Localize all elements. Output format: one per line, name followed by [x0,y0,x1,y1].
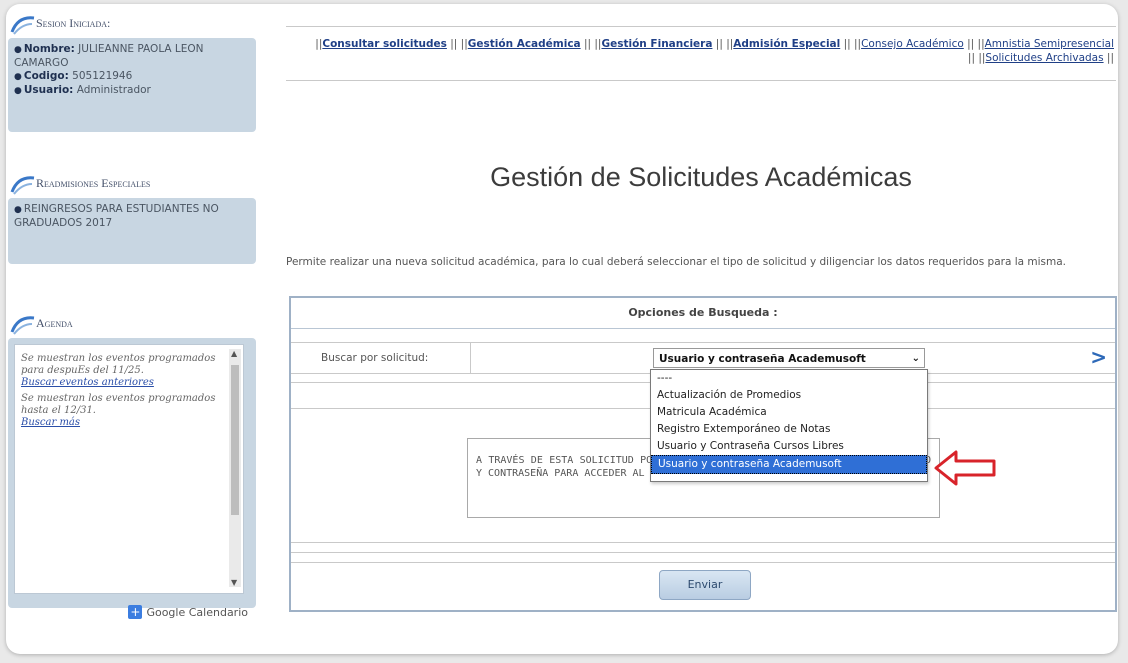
agenda-list: Se muestran los eventos programados para… [14,344,244,594]
swoosh-icon [10,16,35,35]
bullet-icon: ● [14,86,22,96]
browser-frame: Sesion Iniciada: ● Nombre: JULIEANNE PAOL… [6,4,1118,654]
special-panel: Readmisiones Especiales ● REINGRESOS PARA… [8,168,256,264]
dropdown-option[interactable]: Usuario y Contraseña Cursos Libres [651,438,927,455]
nav-archivadas-link[interactable]: Solicitudes Archivadas [985,52,1103,64]
nav-gestion-academica-link[interactable]: Gestión Académica [468,38,581,50]
session-name-row: ● Nombre: JULIEANNE PAOLA LEON CAMARGO [14,43,204,69]
page-title: Gestión de Solicitudes Académicas [490,162,912,192]
dropdown-option[interactable]: Actualización de Promedios [651,387,927,404]
plus-icon: + [128,605,143,619]
scroll-up-icon[interactable]: ▲ [231,349,237,358]
annotation-arrow-icon [934,450,996,486]
session-panel: Sesion Iniciada: ● Nombre: JULIEANNE PAOL… [8,8,256,132]
search-label: Buscar por solicitud: [291,343,471,373]
main-nav: ||Consultar solicitudes || ||Gestión Aca… [315,38,1114,64]
nav-admision-especial-link[interactable]: Admisión Especial [733,38,840,50]
dropdown-option-selected[interactable]: Usuario y contraseña Academusoft [651,455,927,474]
special-body: ● REINGRESOS PARA ESTUDIANTES NO GRADUADO… [8,198,256,264]
bullet-icon: ● [14,72,22,82]
nav-gestion-financiera-link[interactable]: Gestión Financiera [601,38,712,50]
dropdown-option[interactable]: Matricula Académica [651,404,927,421]
agenda-scrollbar[interactable]: ▲ ▼ [229,349,241,587]
agenda-panel: Agenda Se muestran los eventos programad… [8,308,256,619]
form-header: Opciones de Busqueda : [291,298,1115,329]
nav-bottom-divider [286,80,1116,81]
dropdown-option[interactable]: Registro Extemporáneo de Notas [651,421,927,438]
special-item-link[interactable]: ● REINGRESOS PARA ESTUDIANTES NO GRADUADO… [14,203,250,230]
scroll-down-icon[interactable]: ▼ [231,578,237,587]
agenda-text: Se muestran los eventos programados para… [21,353,217,429]
session-code-row: ● Codigo: 505121946 [14,70,133,82]
divider [291,542,1115,543]
scroll-thumb[interactable] [231,365,239,515]
session-user-row: ● Usuario: Administrador [14,84,151,96]
page-description: Permite realizar una nueva solicitud aca… [286,256,1067,268]
nav-consultar-link[interactable]: Consultar solicitudes [322,38,447,50]
swoosh-icon [10,176,35,195]
agenda-title: Agenda [8,308,256,338]
special-title: Readmisiones Especiales [8,168,256,198]
nav-consejo-link[interactable]: Consejo Académico [861,38,964,50]
bullet-icon: ● [14,45,22,55]
chevron-down-icon: ⌄ [911,353,920,364]
agenda-note-before: Se muestran los eventos programados para… [21,353,216,376]
chevron-right-icon[interactable]: > [1090,346,1107,368]
divider [291,552,1115,553]
dropdown-option[interactable]: ---- [651,370,927,387]
nav-top-divider [286,26,1116,27]
swoosh-icon [10,316,35,335]
submit-button[interactable]: Enviar [659,570,751,600]
session-title: Sesion Iniciada: [8,8,256,38]
previous-events-link[interactable]: Buscar eventos anteriores [21,377,154,388]
more-events-link[interactable]: Buscar más [21,417,80,428]
nav-amnistia-link[interactable]: Amnistia Semipresencial [985,38,1114,50]
bullet-icon: ● [14,205,22,215]
request-type-dropdown: ---- Actualización de Promedios Matricul… [650,369,928,482]
divider [291,562,1115,563]
agenda-note-until: Se muestran los eventos programados hast… [21,393,216,416]
session-info: ● Nombre: JULIEANNE PAOLA LEON CAMARGO ● C… [8,38,256,132]
agenda-body: Se muestran los eventos programados para… [8,338,256,608]
request-type-select[interactable]: Usuario y contraseña Academusoft ⌄ [653,348,925,368]
